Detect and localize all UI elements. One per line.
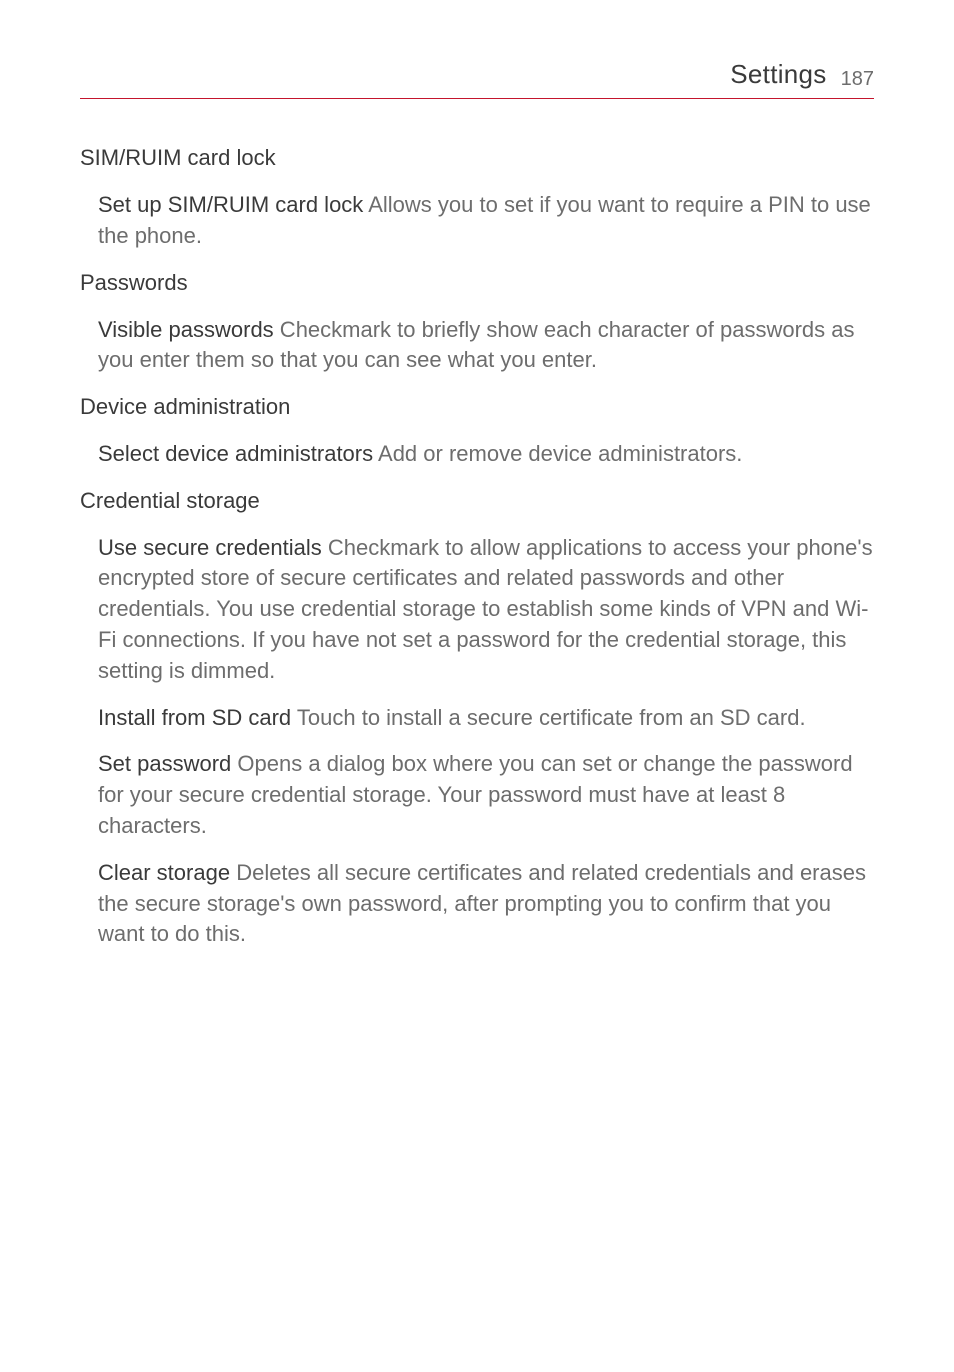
setting-term: Set up SIM/RUIM card lock bbox=[98, 192, 363, 217]
header-title: Settings bbox=[730, 56, 826, 92]
setting-item-secure-credentials: Use secure credentials Checkmark to allo… bbox=[98, 533, 874, 687]
setting-desc: Add or remove device administrators. bbox=[373, 441, 742, 466]
setting-term: Visible passwords bbox=[98, 317, 274, 342]
setting-item-install-sd: Install from SD card Touch to install a … bbox=[98, 703, 874, 734]
setting-item-sim-lock: Set up SIM/RUIM card lock Allows you to … bbox=[98, 190, 874, 252]
setting-item-clear-storage: Clear storage Deletes all secure certifi… bbox=[98, 858, 874, 950]
section-heading-sim-lock: SIM/RUIM card lock bbox=[80, 143, 874, 174]
setting-desc: Touch to install a secure certificate fr… bbox=[291, 705, 805, 730]
setting-term: Clear storage bbox=[98, 860, 230, 885]
setting-term: Select device administrators bbox=[98, 441, 373, 466]
section-heading-credential-storage: Credential storage bbox=[80, 486, 874, 517]
page-number: 187 bbox=[841, 65, 874, 93]
page-header: Settings 187 bbox=[80, 56, 874, 99]
setting-item-set-password: Set password Opens a dialog box where yo… bbox=[98, 749, 874, 841]
setting-term: Set password bbox=[98, 751, 231, 776]
section-heading-device-admin: Device administration bbox=[80, 392, 874, 423]
setting-item-device-admin: Select device administrators Add or remo… bbox=[98, 439, 874, 470]
setting-term: Use secure credentials bbox=[98, 535, 322, 560]
section-heading-passwords: Passwords bbox=[80, 268, 874, 299]
setting-item-visible-passwords: Visible passwords Checkmark to briefly s… bbox=[98, 315, 874, 377]
setting-term: Install from SD card bbox=[98, 705, 291, 730]
